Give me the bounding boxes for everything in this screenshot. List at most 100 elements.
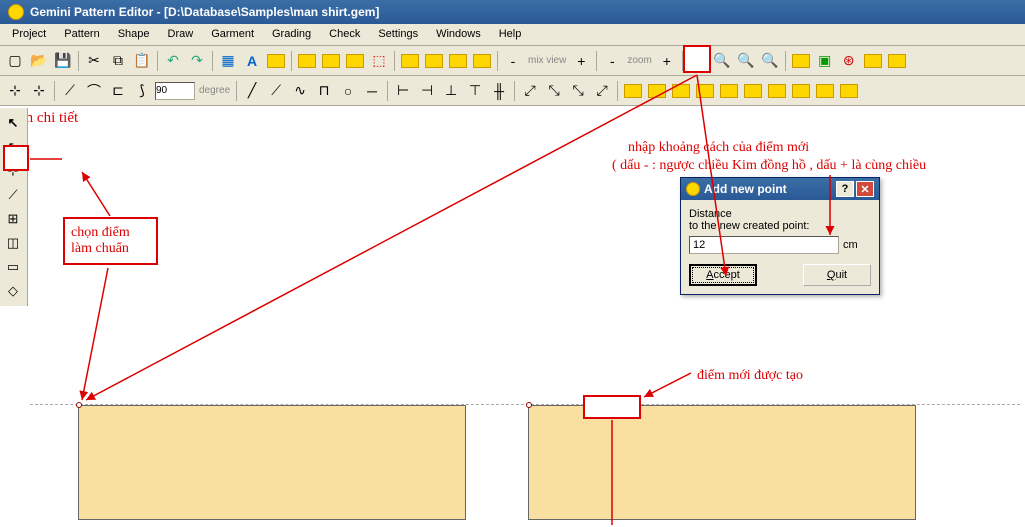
grid-icon[interactable]: ▦ xyxy=(217,50,239,72)
pattern-piece-right[interactable] xyxy=(528,405,916,520)
accept-button[interactable]: AAcceptccept xyxy=(689,264,757,286)
dialog-titlebar[interactable]: Add new point ? ✕ xyxy=(681,178,879,200)
edit-b-icon[interactable]: ⊣ xyxy=(416,80,438,102)
curve-c-icon[interactable]: ⊏ xyxy=(107,80,129,102)
menu-settings[interactable]: Settings xyxy=(370,26,426,43)
zoom-plus-icon[interactable]: + xyxy=(656,50,678,72)
mix-plus-icon[interactable]: + xyxy=(570,50,592,72)
edit-d-icon[interactable]: ⊤ xyxy=(464,80,486,102)
misc-e-icon[interactable] xyxy=(886,50,908,72)
zoom-minus-icon[interactable]: - xyxy=(601,50,623,72)
tool-f-icon[interactable] xyxy=(423,50,445,72)
misc-a-icon[interactable] xyxy=(790,50,812,72)
menu-shape[interactable]: Shape xyxy=(110,26,158,43)
menu-garment[interactable]: Garment xyxy=(203,26,262,43)
vtool-f-icon[interactable]: ◇ xyxy=(2,280,24,302)
point-marker xyxy=(76,402,82,408)
select-icon[interactable]: ↖ xyxy=(2,112,24,134)
mix-label: mix view xyxy=(526,55,568,66)
line-f-icon[interactable]: ─ xyxy=(361,80,383,102)
snap-b-icon[interactable]: ⊹ xyxy=(28,80,50,102)
close-icon[interactable]: ✕ xyxy=(856,181,874,197)
point-b-icon[interactable]: ⤡ xyxy=(543,80,565,102)
line-e-icon[interactable]: ○ xyxy=(337,80,359,102)
piece-c-icon[interactable] xyxy=(670,80,692,102)
ruler-icon[interactable] xyxy=(265,50,287,72)
line-a-icon[interactable]: ╱ xyxy=(241,80,263,102)
pattern-piece-left[interactable] xyxy=(78,405,466,520)
copy-icon[interactable]: ⧉ xyxy=(107,50,129,72)
vtool-b-icon[interactable]: ⟋ xyxy=(2,184,24,206)
point-d-icon[interactable]: ⤢ xyxy=(591,80,613,102)
line-d-icon[interactable]: ⊓ xyxy=(313,80,335,102)
open-icon[interactable]: 📂 xyxy=(28,50,50,72)
cut-icon[interactable]: ✂ xyxy=(83,50,105,72)
line-c-icon[interactable]: ∿ xyxy=(289,80,311,102)
annotation-highlight xyxy=(683,45,711,73)
piece-h-icon[interactable] xyxy=(790,80,812,102)
tool-c-icon[interactable] xyxy=(344,50,366,72)
piece-a-icon[interactable] xyxy=(622,80,644,102)
snap-a-icon[interactable]: ⊹ xyxy=(4,80,26,102)
vtool-c-icon[interactable]: ⊞ xyxy=(2,208,24,230)
curve-a-icon[interactable]: ⟋ xyxy=(59,80,81,102)
edit-c-icon[interactable]: ⊥ xyxy=(440,80,462,102)
menu-help[interactable]: Help xyxy=(491,26,530,43)
vtool-e-icon[interactable]: ▭ xyxy=(2,256,24,278)
piece-j-icon[interactable] xyxy=(838,80,860,102)
misc-c-icon[interactable]: ⊛ xyxy=(838,50,860,72)
distance-input[interactable] xyxy=(689,236,839,254)
menu-draw[interactable]: Draw xyxy=(160,26,202,43)
mix-minus-icon[interactable]: - xyxy=(502,50,524,72)
piece-g-icon[interactable] xyxy=(766,80,788,102)
text-icon[interactable]: A xyxy=(241,50,263,72)
tool-d-icon[interactable]: ⬚ xyxy=(368,50,390,72)
vtool-d-icon[interactable]: ◫ xyxy=(2,232,24,254)
undo-icon[interactable]: ↶ xyxy=(162,50,184,72)
piece-e-icon[interactable] xyxy=(718,80,740,102)
curve-b-icon[interactable]: ⌒ xyxy=(83,80,105,102)
save-icon[interactable]: 💾 xyxy=(52,50,74,72)
tool-a-icon[interactable] xyxy=(296,50,318,72)
tool-g-icon[interactable] xyxy=(447,50,469,72)
menu-project[interactable]: Project xyxy=(4,26,54,43)
edit-a-icon[interactable]: ⊢ xyxy=(392,80,414,102)
annotation-text: nhập khoảng cách của điểm mới xyxy=(628,140,809,156)
menu-windows[interactable]: Windows xyxy=(428,26,489,43)
point-marker xyxy=(526,402,532,408)
paste-icon[interactable]: 📋 xyxy=(131,50,153,72)
tool-b-icon[interactable] xyxy=(320,50,342,72)
menu-check[interactable]: Check xyxy=(321,26,368,43)
quit-button[interactable]: Quit xyxy=(803,264,871,286)
title-bar: Gemini Pattern Editor - [D:\Database\Sam… xyxy=(0,0,1025,24)
dialog-title: Add new point xyxy=(704,182,787,196)
add-point-icon[interactable]: ⤡ xyxy=(567,80,589,102)
misc-b-icon[interactable]: ▣ xyxy=(814,50,836,72)
piece-d-icon[interactable] xyxy=(694,80,716,102)
misc-d-icon[interactable] xyxy=(862,50,884,72)
menu-pattern[interactable]: Pattern xyxy=(56,26,107,43)
curve-d-icon[interactable]: ⟆ xyxy=(131,80,153,102)
zoom-area-icon[interactable]: 🔍 xyxy=(735,50,757,72)
tool-e-icon[interactable] xyxy=(399,50,421,72)
line-b-icon[interactable]: ⟋ xyxy=(265,80,287,102)
menu-bar: Project Pattern Shape Draw Garment Gradi… xyxy=(0,24,1025,46)
annotation-highlight xyxy=(583,395,641,419)
point-a-icon[interactable]: ⤢ xyxy=(519,80,541,102)
window-title: Gemini Pattern Editor - [D:\Database\Sam… xyxy=(30,5,379,19)
degree-input[interactable] xyxy=(155,82,195,100)
tool-h-icon[interactable] xyxy=(471,50,493,72)
piece-f-icon[interactable] xyxy=(742,80,764,102)
dialog-icon xyxy=(686,182,700,196)
help-icon[interactable]: ? xyxy=(836,181,854,197)
zoom-fit-icon[interactable]: 🔍 xyxy=(711,50,733,72)
piece-b-icon[interactable] xyxy=(646,80,668,102)
redo-icon[interactable]: ↷ xyxy=(186,50,208,72)
new-icon[interactable]: ▢ xyxy=(4,50,26,72)
zoom-out-icon[interactable]: 🔍 xyxy=(759,50,781,72)
piece-i-icon[interactable] xyxy=(814,80,836,102)
menu-grading[interactable]: Grading xyxy=(264,26,319,43)
toolbar-1: ▢ 📂 💾 ✂ ⧉ 📋 ↶ ↷ ▦ A ⬚ - mix view + - zoo… xyxy=(0,46,1025,76)
zoom-label: zoom xyxy=(625,55,653,66)
edit-e-icon[interactable]: ╫ xyxy=(488,80,510,102)
